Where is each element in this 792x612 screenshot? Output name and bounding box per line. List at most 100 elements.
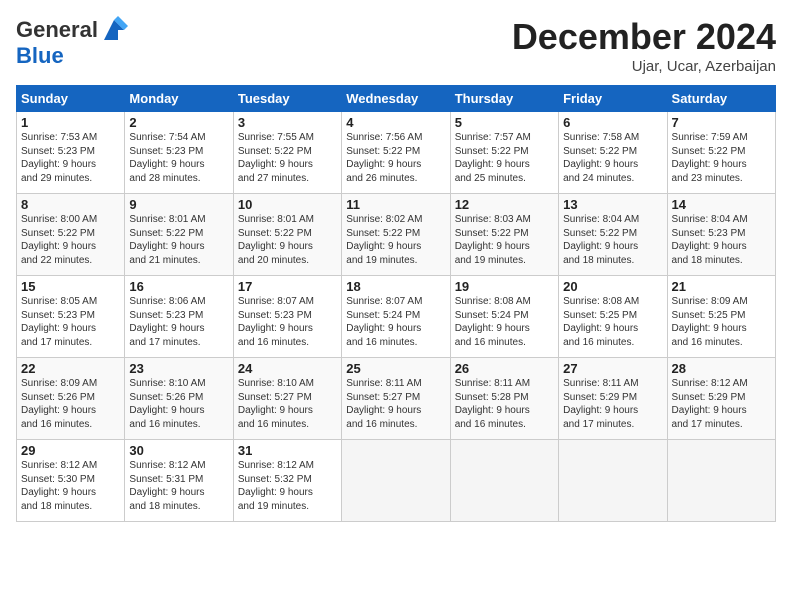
calendar-cell: 17Sunrise: 8:07 AM Sunset: 5:23 PM Dayli… [233, 276, 341, 358]
day-number: 17 [238, 279, 337, 294]
calendar-cell: 30Sunrise: 8:12 AM Sunset: 5:31 PM Dayli… [125, 440, 233, 522]
calendar-cell: 24Sunrise: 8:10 AM Sunset: 5:27 PM Dayli… [233, 358, 341, 440]
day-number: 4 [346, 115, 445, 130]
calendar-cell: 7Sunrise: 7:59 AM Sunset: 5:22 PM Daylig… [667, 112, 775, 194]
header-tuesday: Tuesday [233, 86, 341, 112]
day-number: 21 [672, 279, 771, 294]
calendar-cell: 10Sunrise: 8:01 AM Sunset: 5:22 PM Dayli… [233, 194, 341, 276]
day-number: 1 [21, 115, 120, 130]
day-info: Sunrise: 8:07 AM Sunset: 5:23 PM Dayligh… [238, 295, 337, 349]
calendar-cell [667, 440, 775, 522]
logo-text-blue: Blue [16, 43, 64, 68]
calendar-cell: 19Sunrise: 8:08 AM Sunset: 5:24 PM Dayli… [450, 276, 558, 358]
header-monday: Monday [125, 86, 233, 112]
calendar-cell: 14Sunrise: 8:04 AM Sunset: 5:23 PM Dayli… [667, 194, 775, 276]
day-number: 8 [21, 197, 120, 212]
day-number: 29 [21, 443, 120, 458]
day-info: Sunrise: 8:06 AM Sunset: 5:23 PM Dayligh… [129, 295, 228, 349]
calendar-cell: 12Sunrise: 8:03 AM Sunset: 5:22 PM Dayli… [450, 194, 558, 276]
day-info: Sunrise: 7:59 AM Sunset: 5:22 PM Dayligh… [672, 131, 771, 185]
day-number: 12 [455, 197, 554, 212]
day-number: 31 [238, 443, 337, 458]
calendar-cell: 25Sunrise: 8:11 AM Sunset: 5:27 PM Dayli… [342, 358, 450, 440]
calendar-week-row: 22Sunrise: 8:09 AM Sunset: 5:26 PM Dayli… [17, 358, 776, 440]
day-number: 28 [672, 361, 771, 376]
day-number: 16 [129, 279, 228, 294]
calendar-cell: 27Sunrise: 8:11 AM Sunset: 5:29 PM Dayli… [559, 358, 667, 440]
day-number: 23 [129, 361, 228, 376]
logo-text-general: General [16, 18, 98, 42]
day-number: 19 [455, 279, 554, 294]
day-number: 14 [672, 197, 771, 212]
calendar-cell: 20Sunrise: 8:08 AM Sunset: 5:25 PM Dayli… [559, 276, 667, 358]
calendar-week-row: 15Sunrise: 8:05 AM Sunset: 5:23 PM Dayli… [17, 276, 776, 358]
calendar-cell: 4Sunrise: 7:56 AM Sunset: 5:22 PM Daylig… [342, 112, 450, 194]
day-info: Sunrise: 8:12 AM Sunset: 5:31 PM Dayligh… [129, 459, 228, 513]
calendar-cell: 26Sunrise: 8:11 AM Sunset: 5:28 PM Dayli… [450, 358, 558, 440]
calendar-cell: 15Sunrise: 8:05 AM Sunset: 5:23 PM Dayli… [17, 276, 125, 358]
calendar-week-row: 8Sunrise: 8:00 AM Sunset: 5:22 PM Daylig… [17, 194, 776, 276]
calendar-cell: 2Sunrise: 7:54 AM Sunset: 5:23 PM Daylig… [125, 112, 233, 194]
day-info: Sunrise: 8:01 AM Sunset: 5:22 PM Dayligh… [238, 213, 337, 267]
calendar-week-row: 29Sunrise: 8:12 AM Sunset: 5:30 PM Dayli… [17, 440, 776, 522]
day-info: Sunrise: 8:09 AM Sunset: 5:26 PM Dayligh… [21, 377, 120, 431]
day-number: 30 [129, 443, 228, 458]
page-header: General Blue December 2024 Ujar, Ucar, A… [16, 16, 776, 75]
day-number: 25 [346, 361, 445, 376]
day-info: Sunrise: 7:56 AM Sunset: 5:22 PM Dayligh… [346, 131, 445, 185]
header-sunday: Sunday [17, 86, 125, 112]
weekday-header-row: Sunday Monday Tuesday Wednesday Thursday… [17, 86, 776, 112]
day-number: 22 [21, 361, 120, 376]
day-info: Sunrise: 8:04 AM Sunset: 5:23 PM Dayligh… [672, 213, 771, 267]
day-info: Sunrise: 8:08 AM Sunset: 5:24 PM Dayligh… [455, 295, 554, 349]
calendar-cell: 6Sunrise: 7:58 AM Sunset: 5:22 PM Daylig… [559, 112, 667, 194]
day-info: Sunrise: 8:03 AM Sunset: 5:22 PM Dayligh… [455, 213, 554, 267]
header-friday: Friday [559, 86, 667, 112]
day-info: Sunrise: 8:12 AM Sunset: 5:32 PM Dayligh… [238, 459, 337, 513]
day-info: Sunrise: 8:08 AM Sunset: 5:25 PM Dayligh… [563, 295, 662, 349]
day-info: Sunrise: 8:10 AM Sunset: 5:27 PM Dayligh… [238, 377, 337, 431]
logo-icon [100, 16, 128, 44]
calendar-cell: 18Sunrise: 8:07 AM Sunset: 5:24 PM Dayli… [342, 276, 450, 358]
calendar-cell: 21Sunrise: 8:09 AM Sunset: 5:25 PM Dayli… [667, 276, 775, 358]
header-thursday: Thursday [450, 86, 558, 112]
calendar-cell [559, 440, 667, 522]
day-info: Sunrise: 7:55 AM Sunset: 5:22 PM Dayligh… [238, 131, 337, 185]
day-info: Sunrise: 7:58 AM Sunset: 5:22 PM Dayligh… [563, 131, 662, 185]
calendar-cell: 1Sunrise: 7:53 AM Sunset: 5:23 PM Daylig… [17, 112, 125, 194]
calendar-cell: 22Sunrise: 8:09 AM Sunset: 5:26 PM Dayli… [17, 358, 125, 440]
calendar-cell [342, 440, 450, 522]
day-number: 26 [455, 361, 554, 376]
page-container: General Blue December 2024 Ujar, Ucar, A… [0, 0, 792, 530]
day-info: Sunrise: 8:04 AM Sunset: 5:22 PM Dayligh… [563, 213, 662, 267]
logo: General Blue [16, 16, 128, 68]
calendar-cell: 5Sunrise: 7:57 AM Sunset: 5:22 PM Daylig… [450, 112, 558, 194]
day-number: 20 [563, 279, 662, 294]
day-number: 10 [238, 197, 337, 212]
calendar-cell: 8Sunrise: 8:00 AM Sunset: 5:22 PM Daylig… [17, 194, 125, 276]
day-number: 6 [563, 115, 662, 130]
calendar-cell: 28Sunrise: 8:12 AM Sunset: 5:29 PM Dayli… [667, 358, 775, 440]
day-info: Sunrise: 8:12 AM Sunset: 5:29 PM Dayligh… [672, 377, 771, 431]
day-number: 7 [672, 115, 771, 130]
calendar-week-row: 1Sunrise: 7:53 AM Sunset: 5:23 PM Daylig… [17, 112, 776, 194]
day-info: Sunrise: 8:12 AM Sunset: 5:30 PM Dayligh… [21, 459, 120, 513]
calendar-cell: 16Sunrise: 8:06 AM Sunset: 5:23 PM Dayli… [125, 276, 233, 358]
day-number: 5 [455, 115, 554, 130]
day-info: Sunrise: 8:01 AM Sunset: 5:22 PM Dayligh… [129, 213, 228, 267]
day-number: 24 [238, 361, 337, 376]
day-info: Sunrise: 8:02 AM Sunset: 5:22 PM Dayligh… [346, 213, 445, 267]
day-info: Sunrise: 8:09 AM Sunset: 5:25 PM Dayligh… [672, 295, 771, 349]
calendar-cell: 23Sunrise: 8:10 AM Sunset: 5:26 PM Dayli… [125, 358, 233, 440]
day-info: Sunrise: 7:53 AM Sunset: 5:23 PM Dayligh… [21, 131, 120, 185]
calendar-cell: 13Sunrise: 8:04 AM Sunset: 5:22 PM Dayli… [559, 194, 667, 276]
day-info: Sunrise: 8:11 AM Sunset: 5:29 PM Dayligh… [563, 377, 662, 431]
location: Ujar, Ucar, Azerbaijan [512, 58, 776, 75]
day-number: 3 [238, 115, 337, 130]
header-wednesday: Wednesday [342, 86, 450, 112]
calendar-cell [450, 440, 558, 522]
day-number: 11 [346, 197, 445, 212]
day-number: 15 [21, 279, 120, 294]
day-info: Sunrise: 7:57 AM Sunset: 5:22 PM Dayligh… [455, 131, 554, 185]
header-saturday: Saturday [667, 86, 775, 112]
